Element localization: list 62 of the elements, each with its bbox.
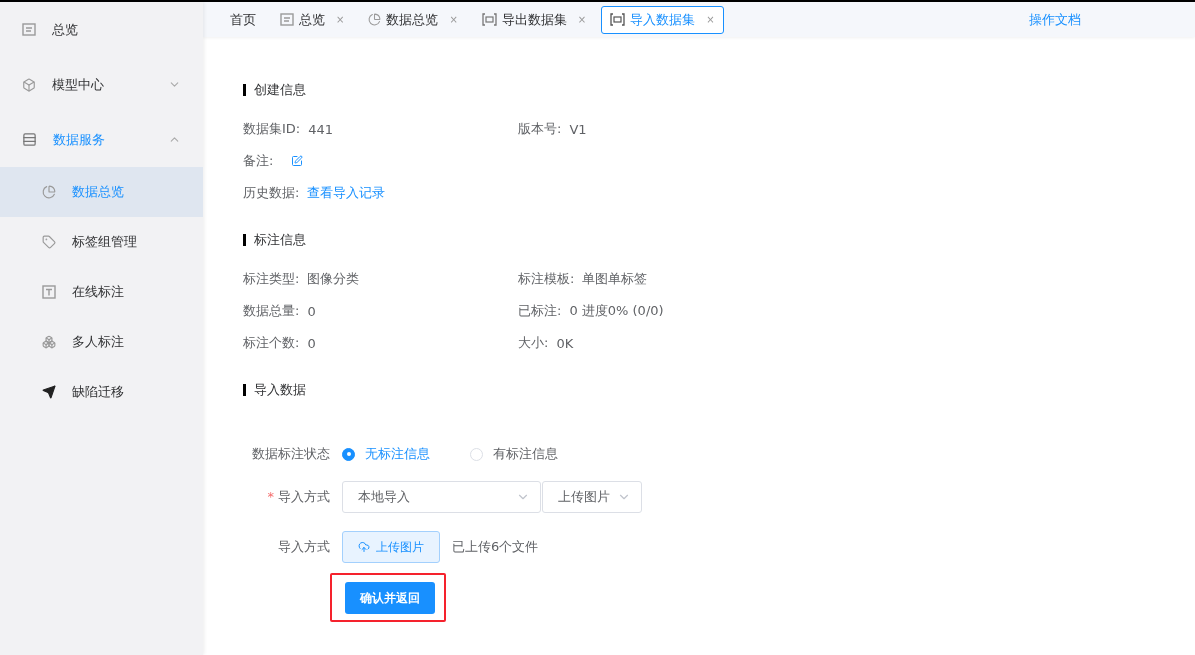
sidebar-item-label: 模型中心 <box>52 75 105 94</box>
field-value: 0 <box>307 303 316 319</box>
form-label: * 导入方式 <box>266 488 330 506</box>
sidebar-subitem[interactable]: 多人标注 <box>0 317 203 367</box>
section-title: 创建信息 <box>254 81 306 99</box>
form-label: 导入方式 <box>277 538 330 556</box>
field-label: 备注: <box>243 152 274 170</box>
field-label: 标注个数: <box>243 334 300 352</box>
field-value: V1 <box>569 121 587 137</box>
tab[interactable]: 导出数据集 × <box>472 5 596 34</box>
sidebar-item-label: 总览 <box>52 20 79 39</box>
boxes-icon <box>42 335 56 349</box>
paper-plane-icon <box>42 385 56 399</box>
select-field[interactable]: 本地导入 <box>342 481 541 513</box>
sidebar-item-label: 数据服务 <box>53 130 106 149</box>
section-title: 标注信息 <box>254 231 306 249</box>
section-marker <box>243 84 246 96</box>
field-label: 大小: <box>518 334 549 352</box>
text-box-icon <box>42 285 56 299</box>
pie-chart-icon <box>42 185 56 199</box>
upload-status: 已上传6个文件 <box>452 538 539 556</box>
edit-icon[interactable] <box>291 155 304 167</box>
pie-chart-icon <box>368 13 382 26</box>
field-label: 历史数据: <box>243 184 300 202</box>
tab[interactable]: 数据总览 × <box>359 5 467 34</box>
sidebar-subitem[interactable]: 标签组管理 <box>0 217 203 267</box>
field-value: 0 <box>307 335 316 351</box>
tag-icon <box>42 235 56 249</box>
sidebar-item[interactable]: 总览 <box>0 2 203 57</box>
field-label: 已标注: <box>518 302 562 320</box>
field-label: 数据总量: <box>243 302 300 320</box>
tab[interactable]: 导入数据集 × <box>601 5 724 34</box>
radio-option[interactable]: 无标注信息 <box>342 445 430 463</box>
field-value: 单图单标签 <box>582 270 648 288</box>
panel-icon <box>280 13 294 26</box>
scan-icon <box>610 13 626 26</box>
section-marker <box>243 384 246 396</box>
field-label: 标注模板: <box>518 270 575 288</box>
sidebar-subitem[interactable]: 在线标注 <box>0 267 203 317</box>
panel-icon <box>22 23 36 36</box>
tab[interactable]: 首页 <box>221 5 265 34</box>
tab[interactable]: 总览 × <box>271 5 354 34</box>
sidebar-item[interactable]: 模型中心 <box>0 57 203 112</box>
scan-icon <box>481 13 497 26</box>
section-title: 导入数据 <box>254 381 306 399</box>
cube-icon <box>22 77 36 92</box>
required-mark: * <box>267 489 274 504</box>
list-icon <box>22 132 37 147</box>
field-value: 图像分类 <box>307 270 360 288</box>
select-field[interactable]: 上传图片 <box>542 481 642 513</box>
field-value: 0 进度0% (0/0) <box>569 302 664 320</box>
view-records-link[interactable]: 查看导入记录 <box>307 184 386 202</box>
field-label: 版本号: <box>518 120 562 138</box>
field-label: 标注类型: <box>243 270 300 288</box>
sidebar-subitem[interactable]: 缺陷迁移 <box>0 367 203 417</box>
section-marker <box>243 234 246 246</box>
field-value: 441 <box>308 121 334 137</box>
form-label: 数据标注状态 <box>251 445 330 463</box>
cloud-upload-icon <box>358 541 370 553</box>
radio-option[interactable]: 有标注信息 <box>470 445 558 463</box>
field-label: 数据集ID: <box>243 120 301 138</box>
field-value: 0K <box>556 335 574 351</box>
